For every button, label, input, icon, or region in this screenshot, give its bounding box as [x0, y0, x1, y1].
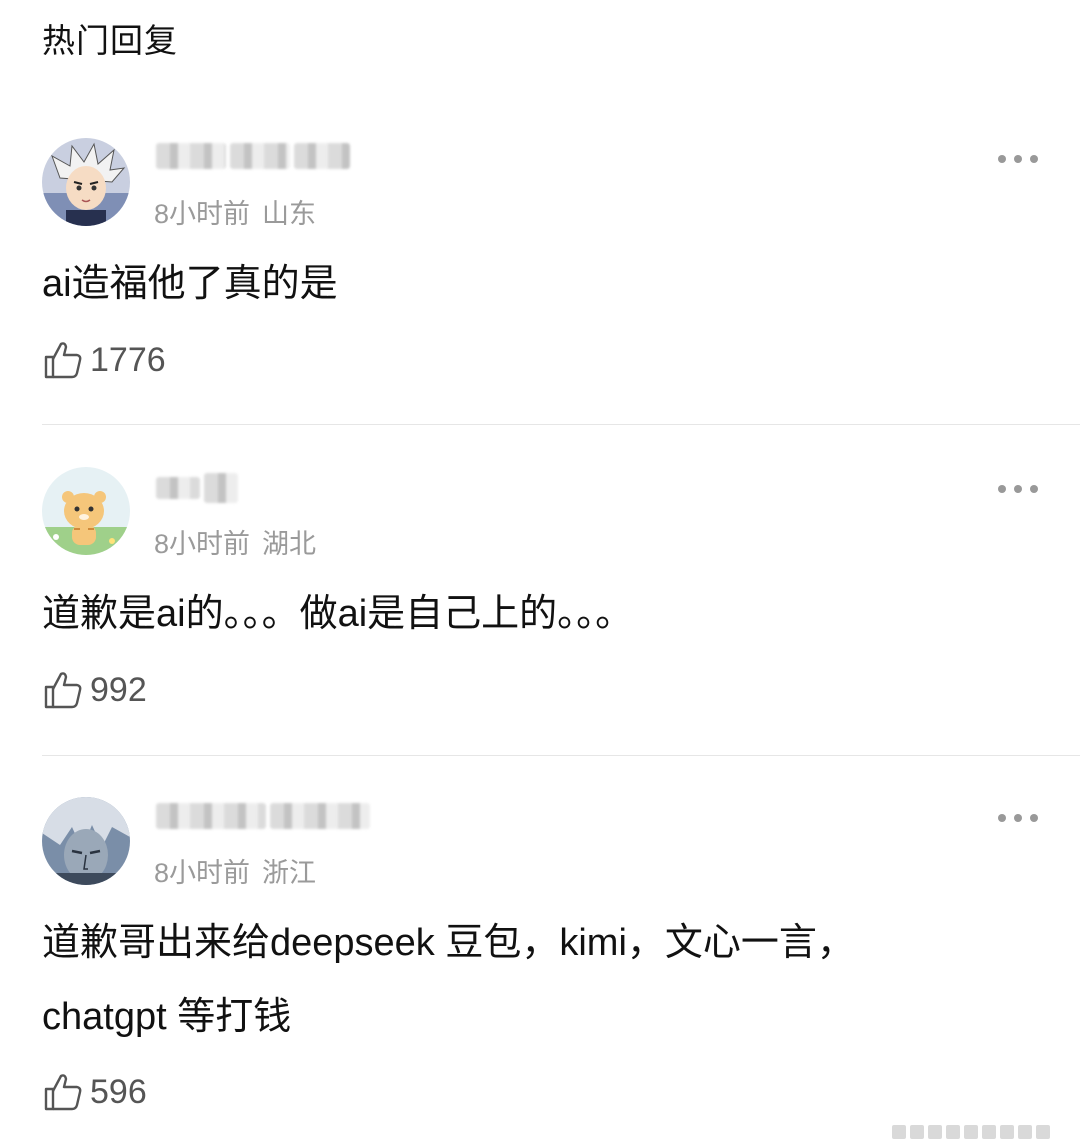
comment-location: 山东 — [262, 199, 317, 229]
comment-text: 道歉哥出来给deepseek 豆包，kimi，文心一言， chatgpt 等打钱 — [42, 906, 1032, 1054]
like-count: 1776 — [90, 340, 166, 379]
comment-meta: 8小时前 湖北 — [154, 522, 316, 561]
thumbs-up-icon — [44, 342, 82, 379]
like-button[interactable]: 992 — [42, 668, 147, 712]
comment-text-line: chatgpt 等打钱 — [42, 996, 292, 1038]
divider — [42, 755, 1080, 756]
anime-character-avatar-icon — [42, 138, 130, 226]
comment-meta: 8小时前 浙江 — [154, 851, 316, 890]
username-redacted[interactable] — [156, 470, 238, 506]
comment-meta: 8小时前 山东 — [154, 192, 316, 231]
anime-silver-hair-avatar-icon — [42, 797, 130, 885]
section-title: 热门回复 — [42, 21, 178, 60]
comment-time: 8小时前 — [154, 199, 251, 229]
comment-text: ai造福他了真的是 — [42, 263, 338, 305]
avatar[interactable] — [42, 467, 130, 555]
more-options-icon[interactable] — [998, 154, 1038, 164]
like-count: 596 — [90, 1072, 147, 1111]
comment-location: 浙江 — [262, 858, 317, 888]
more-options-icon[interactable] — [998, 813, 1038, 823]
avatar[interactable] — [42, 138, 130, 226]
more-options-icon[interactable] — [998, 484, 1038, 494]
comment-text: 道歉是ai的。。。做ai是自己上的。。。 — [42, 593, 634, 635]
avatar[interactable] — [42, 797, 130, 885]
username-redacted[interactable] — [156, 798, 370, 834]
thumbs-up-icon — [44, 1074, 82, 1111]
comment-location: 湖北 — [262, 529, 317, 559]
divider — [42, 424, 1080, 425]
username-redacted[interactable] — [156, 138, 350, 174]
comment-time: 8小时前 — [154, 858, 251, 888]
thumbs-up-icon — [44, 672, 82, 709]
watermark-blocks — [892, 1125, 1050, 1139]
comment-time: 8小时前 — [154, 529, 251, 559]
like-count: 992 — [90, 670, 147, 709]
comment-text-line: 道歉哥出来给deepseek 豆包，kimi，文心一言， — [42, 922, 855, 964]
like-button[interactable]: 596 — [42, 1070, 147, 1114]
like-button[interactable]: 1776 — [42, 338, 166, 382]
cartoon-tiger-avatar-icon — [42, 467, 130, 555]
